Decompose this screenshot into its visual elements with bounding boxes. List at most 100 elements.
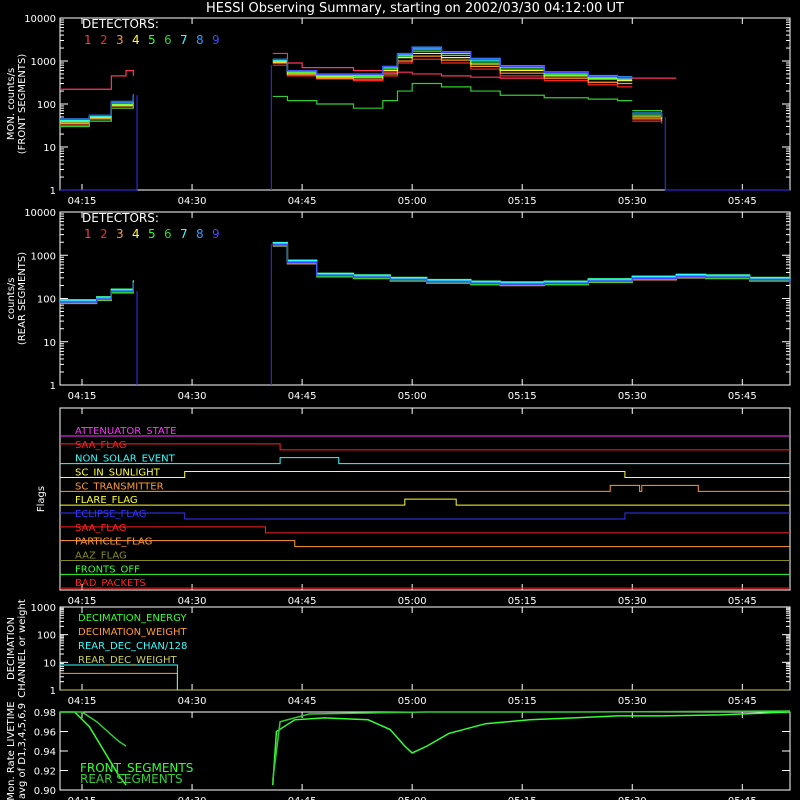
flag-non-solar-event-label: NON_SOLAR_EVENT [75, 454, 176, 465]
flags-x-tick-label: 05:45 [728, 596, 757, 607]
rear-y-tick-label: 10 [43, 338, 56, 349]
livetime-y-label: avg of D1,3,4,5,6,9 [17, 703, 28, 799]
decimation-y-tick-label: 1000 [31, 603, 56, 614]
front-legend-title: DETECTORS: [82, 17, 159, 31]
front-x-tick-label: 04:30 [178, 196, 207, 207]
decimation-legend-entry: REAR_DEC_CHAN/128 [78, 641, 187, 652]
decimation-x-tick-label: 04:45 [288, 696, 317, 707]
front-legend-entry: 8 [196, 33, 204, 47]
flag-sc-transmitter-label: SC_TRANSMITTER [75, 481, 164, 492]
flag-particle-flag-label: PARTICLE_FLAG [75, 537, 152, 548]
flags-x-tick-label: 05:30 [618, 596, 647, 607]
flags-x-tick-label: 05:15 [508, 596, 537, 607]
rear-x-tick-label: 04:30 [178, 391, 207, 402]
flag-saa-flag-label: SAA_FLAG [75, 523, 126, 534]
livetime-x-tick-label: 05:15 [508, 796, 537, 800]
rear-x-tick-label: 04:15 [68, 391, 97, 402]
rear-legend-title: DETECTORS: [82, 211, 159, 225]
front-y-label: (FRONT SEGMENTS) [17, 54, 28, 155]
flag-sc-in-sunlight-label: SC_IN_SUNLIGHT [75, 468, 161, 479]
rear-y-tick-label: 100 [37, 295, 56, 306]
front-legend-entry: 5 [148, 33, 156, 47]
front-y-tick-label: 10000 [24, 14, 56, 25]
front-x-tick-label: 05:00 [398, 196, 427, 207]
decimation-x-tick-label: 05:15 [508, 696, 537, 707]
livetime-x-tick-label: 05:45 [728, 796, 757, 800]
rear-legend-entry: 6 [164, 227, 172, 241]
decimation-y-label: CHANNEL or weight [17, 599, 28, 698]
rear-legend-entry: 9 [212, 227, 220, 241]
flags-x-tick-label: 04:30 [178, 596, 207, 607]
rear-y-label: counts/s [6, 277, 17, 319]
decimation-x-tick-label: 05:00 [398, 696, 427, 707]
rear-legend-entry: 7 [180, 227, 188, 241]
flags-x-tick-label: 05:00 [398, 596, 427, 607]
decimation-x-tick-label: 05:45 [728, 696, 757, 707]
front-y-tick-label: 10 [43, 143, 56, 154]
livetime-y-tick-label: 0.94 [34, 747, 56, 758]
rear-legend-entry: 5 [148, 227, 156, 241]
decimation-legend-entry: DECIMATION_ENERGY [78, 613, 187, 624]
flag-eclipse-flag-label: ECLIPSE_FLAG [75, 509, 146, 520]
flag-bad-packets-label: BAD_PACKETS [75, 578, 146, 589]
rear-legend-entry: 3 [116, 227, 124, 241]
livetime-y-tick-label: 0.98 [34, 708, 56, 719]
decimation-y-tick-label: 10 [43, 658, 56, 669]
rear-x-tick-label: 05:45 [728, 391, 757, 402]
decimation-x-tick-label: 04:30 [178, 696, 207, 707]
front-x-tick-label: 05:45 [728, 196, 757, 207]
livetime-x-tick-label: 04:15 [68, 796, 97, 800]
flag-saa-flag-label: SAA_FLAG [75, 440, 126, 451]
front-y-tick-label: 1000 [31, 57, 56, 68]
rear-x-tick-label: 05:30 [618, 391, 647, 402]
livetime-x-tick-label: 05:30 [618, 796, 647, 800]
flags-x-tick-label: 04:15 [68, 596, 97, 607]
rear-x-tick-label: 05:15 [508, 391, 537, 402]
flags-y-label: Flags [36, 486, 47, 512]
decimation-y-tick-label: 100 [37, 631, 56, 642]
livetime-y-label: Mon. Rate LIVETIME [6, 701, 17, 800]
front-legend-entry: 4 [132, 33, 140, 47]
front-y-label: MON. counts/s [6, 68, 17, 140]
rear-legend-entry: 1 [84, 227, 92, 241]
livetime-y-tick-label: 0.96 [34, 728, 56, 739]
flag-flare-flag-label: FLARE_FLAG [75, 495, 138, 506]
decimation-x-tick-label: 05:30 [618, 696, 647, 707]
front-legend-entry: 1 [84, 33, 92, 47]
front-y-tick-label: 100 [37, 100, 56, 111]
flag-aaz-flag-label: AAZ_FLAG [75, 551, 127, 562]
front-legend-entry: 7 [180, 33, 188, 47]
hessi-summary-figure: HESSI Observing Summary, starting on 200… [0, 0, 800, 800]
front-y-tick-label: 1 [50, 186, 56, 197]
rear-legend-entry: 2 [100, 227, 108, 241]
front-legend-entry: 3 [116, 33, 124, 47]
livetime-legend-rear: REAR SEGMENTS [80, 772, 183, 786]
flags-x-tick-label: 04:45 [288, 596, 317, 607]
rear-x-tick-label: 05:00 [398, 391, 427, 402]
rear-x-tick-label: 04:45 [288, 391, 317, 402]
livetime-x-tick-label: 05:00 [398, 796, 427, 800]
decimation-y-label: DECIMATION [6, 617, 17, 680]
front-legend-entry: 2 [100, 33, 108, 47]
rear-legend-entry: 4 [132, 227, 140, 241]
livetime-y-tick-label: 0.90 [34, 786, 56, 797]
front-legend-entry: 6 [164, 33, 172, 47]
decimation-y-tick-label: 1 [50, 686, 56, 697]
flag-attenuator-state-label: ATTENUATOR_STATE [75, 426, 176, 437]
rear-legend-entry: 8 [196, 227, 204, 241]
rear-y-tick-label: 10000 [24, 208, 56, 219]
front-x-tick-label: 05:30 [618, 196, 647, 207]
front-x-tick-label: 05:15 [508, 196, 537, 207]
front-legend-entry: 9 [212, 33, 220, 47]
livetime-x-tick-label: 04:45 [288, 796, 317, 800]
flag-fronts-off-label: FRONTS_OFF [75, 564, 140, 575]
rear-y-tick-label: 1000 [31, 251, 56, 262]
decimation-x-tick-label: 04:15 [68, 696, 97, 707]
decimation-legend-entry: REAR_DEC_WEIGHT [78, 655, 177, 666]
rear-y-tick-label: 1 [50, 381, 56, 392]
figure-title: HESSI Observing Summary, starting on 200… [206, 1, 624, 16]
front-x-tick-label: 04:45 [288, 196, 317, 207]
rear-y-label: (REAR SEGMENTS) [17, 252, 28, 345]
decimation-legend-entry: DECIMATION_WEIGHT [78, 627, 187, 638]
livetime-y-tick-label: 0.92 [34, 767, 56, 778]
